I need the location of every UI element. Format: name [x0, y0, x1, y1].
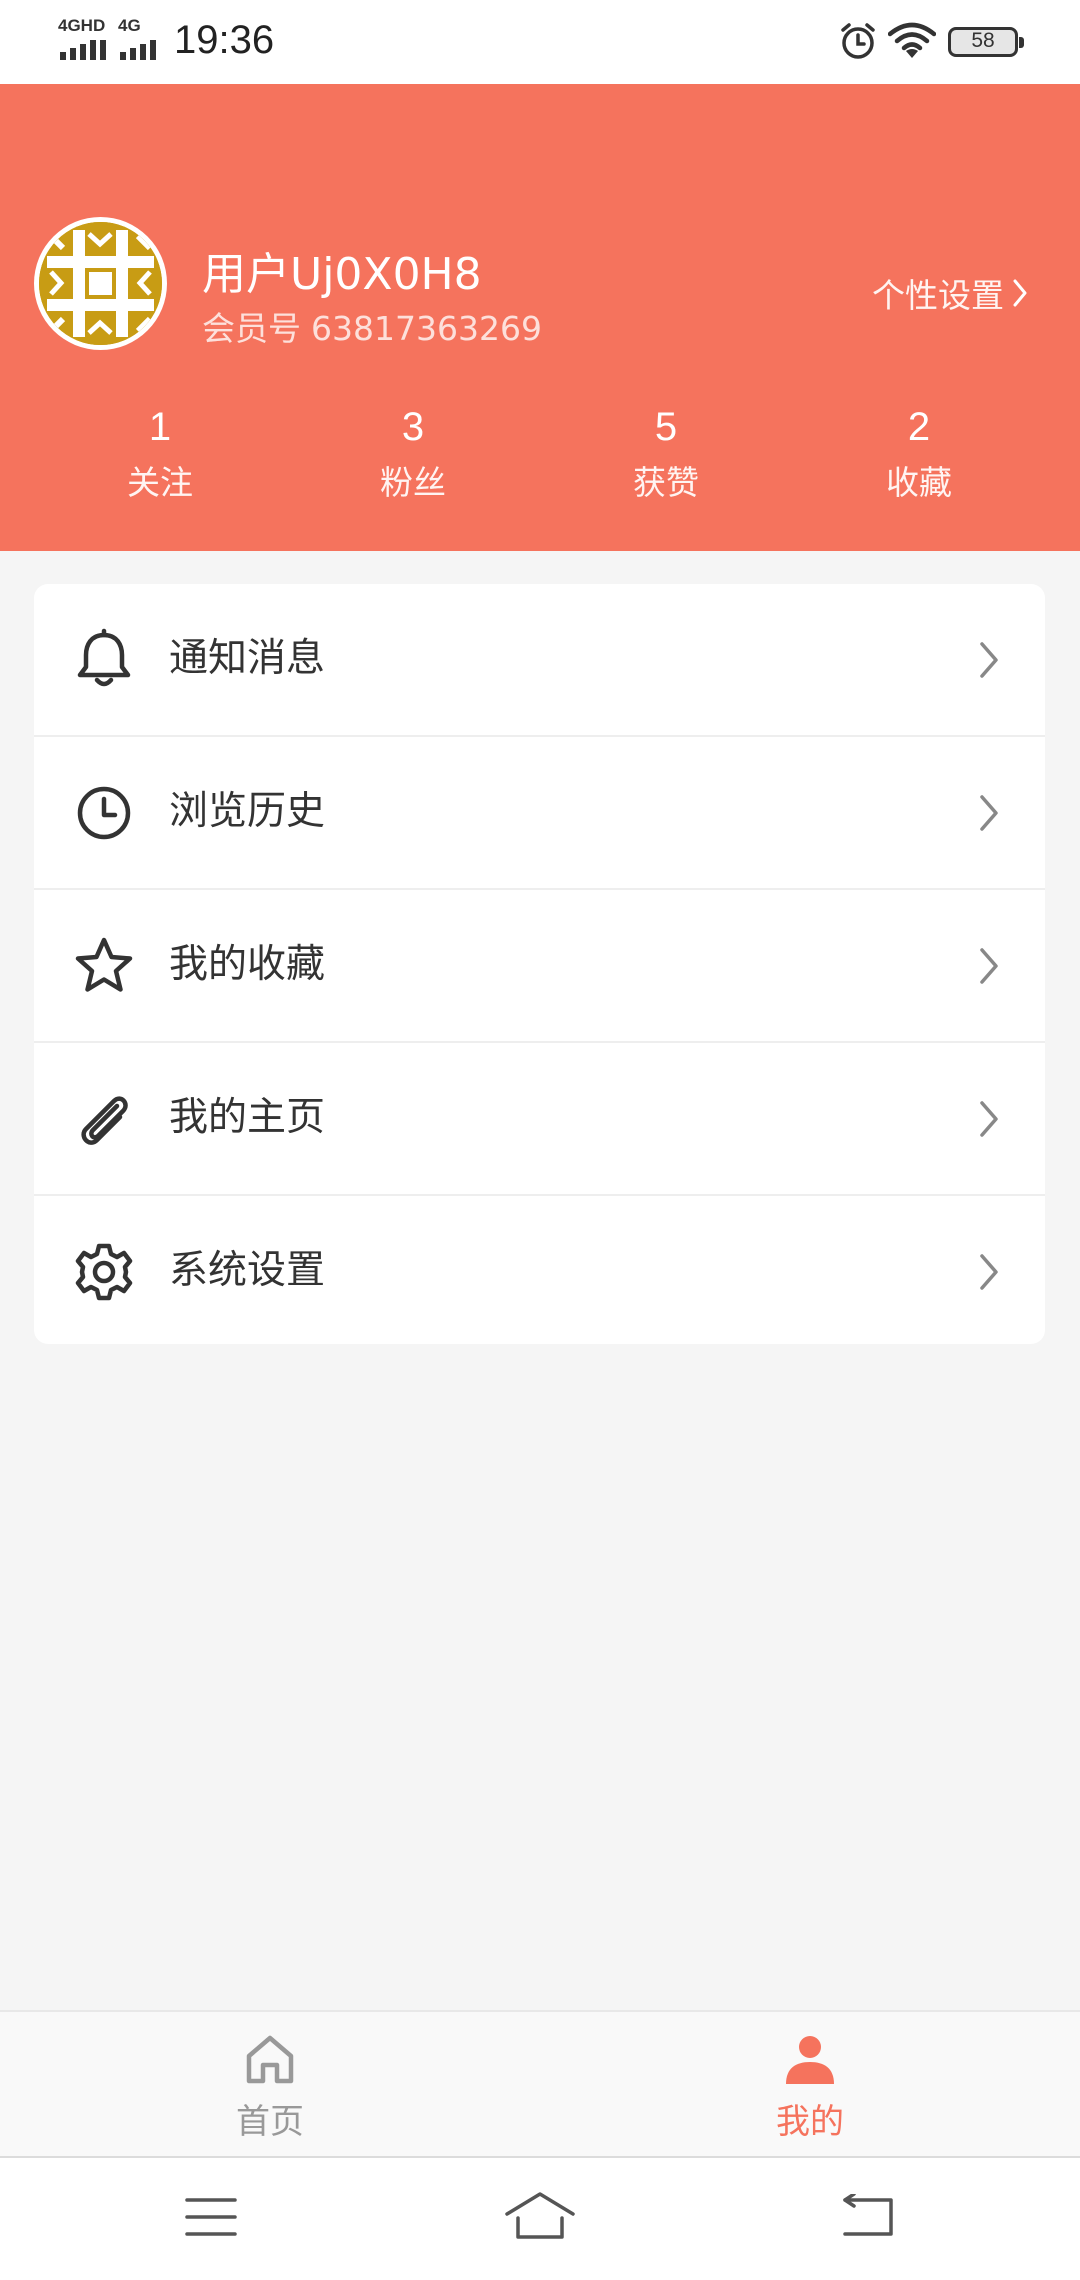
member-number: 会员号 63817363269: [202, 302, 552, 350]
stat-value: 2: [907, 405, 931, 449]
system-nav-bar: [0, 2156, 1080, 2280]
menu-item-label: 通知消息: [169, 636, 326, 681]
stat-value: 3: [401, 405, 425, 449]
menu-card: 通知消息 浏览历史 我的收藏 我的主页 系统设置: [34, 584, 1045, 1344]
member-id: 63817363269: [311, 309, 542, 348]
profile-header: 用户Uj0X0H8 会员号 63817363269 个性设置 1 关注 3 粉丝 …: [0, 84, 1080, 551]
battery-level: 58: [971, 29, 995, 52]
status-bar: 4GHD 4G 19:36 58: [0, 0, 1080, 84]
menu-item-history[interactable]: 浏览历史: [34, 737, 1045, 888]
paperclip-icon: [81, 1096, 128, 1145]
chevron-right-icon: [980, 1254, 998, 1290]
tab-home[interactable]: 首页: [0, 2012, 540, 2158]
menu-item-system-settings[interactable]: 系统设置: [34, 1196, 1045, 1344]
stat-label: 收藏: [886, 463, 952, 502]
alarm-icon: [841, 23, 875, 59]
menu-item-label: 系统设置: [169, 1248, 326, 1293]
personal-settings-link[interactable]: 个性设置: [872, 269, 1028, 317]
network-type-1: 4GHD: [58, 16, 106, 35]
chevron-right-icon: [980, 948, 998, 984]
wifi-icon: [888, 22, 936, 58]
stat-following[interactable]: 1 关注: [80, 402, 240, 508]
star-icon: [75, 937, 133, 992]
menu-item-label: 浏览历史: [169, 789, 326, 834]
personal-settings-label: 个性设置: [872, 276, 1004, 315]
stat-label: 关注: [127, 463, 193, 502]
stat-likes[interactable]: 5 获赞: [586, 402, 746, 508]
back-icon[interactable]: [840, 2194, 896, 2240]
stat-value: 1: [148, 405, 172, 449]
tab-label: 我的: [776, 2102, 844, 2142]
signal-2: 4G: [118, 16, 164, 60]
menu-item-favorites[interactable]: 我的收藏: [34, 890, 1045, 1041]
tab-mine[interactable]: 我的: [540, 2012, 1080, 2158]
gear-icon: [75, 1243, 133, 1301]
signal-1: 4GHD: [58, 16, 108, 60]
tab-label: 首页: [236, 2102, 304, 2142]
member-label: 会员号: [202, 309, 301, 348]
home-icon: [246, 2035, 294, 2084]
stat-label: 获赞: [633, 463, 699, 502]
status-time: 19:36: [174, 18, 275, 62]
avatar-image: [39, 222, 162, 345]
menu-item-label: 我的收藏: [169, 942, 326, 987]
network-type-2: 4G: [118, 16, 141, 35]
home-outline-icon[interactable]: [504, 2190, 576, 2242]
clock-icon: [77, 786, 131, 840]
username: 用户Uj0X0H8: [202, 249, 482, 300]
stat-followers[interactable]: 3 粉丝: [333, 402, 493, 508]
menu-item-label: 我的主页: [169, 1095, 326, 1140]
chevron-right-icon: [980, 1101, 998, 1137]
bottom-tab-bar: 首页 我的: [0, 2010, 1080, 2156]
chevron-right-icon: [1013, 279, 1027, 307]
menu-icon[interactable]: [184, 2194, 238, 2240]
person-icon: [786, 2036, 834, 2084]
stat-favorites[interactable]: 2 收藏: [839, 402, 999, 508]
bell-icon: [77, 628, 131, 687]
avatar[interactable]: [34, 217, 167, 350]
stat-label: 粉丝: [380, 463, 446, 502]
battery-icon: 58: [948, 27, 1024, 57]
menu-item-homepage[interactable]: 我的主页: [34, 1043, 1045, 1194]
menu-item-notifications[interactable]: 通知消息: [34, 584, 1045, 735]
chevron-right-icon: [980, 642, 998, 678]
chevron-right-icon: [980, 795, 998, 831]
stat-value: 5: [654, 405, 678, 449]
